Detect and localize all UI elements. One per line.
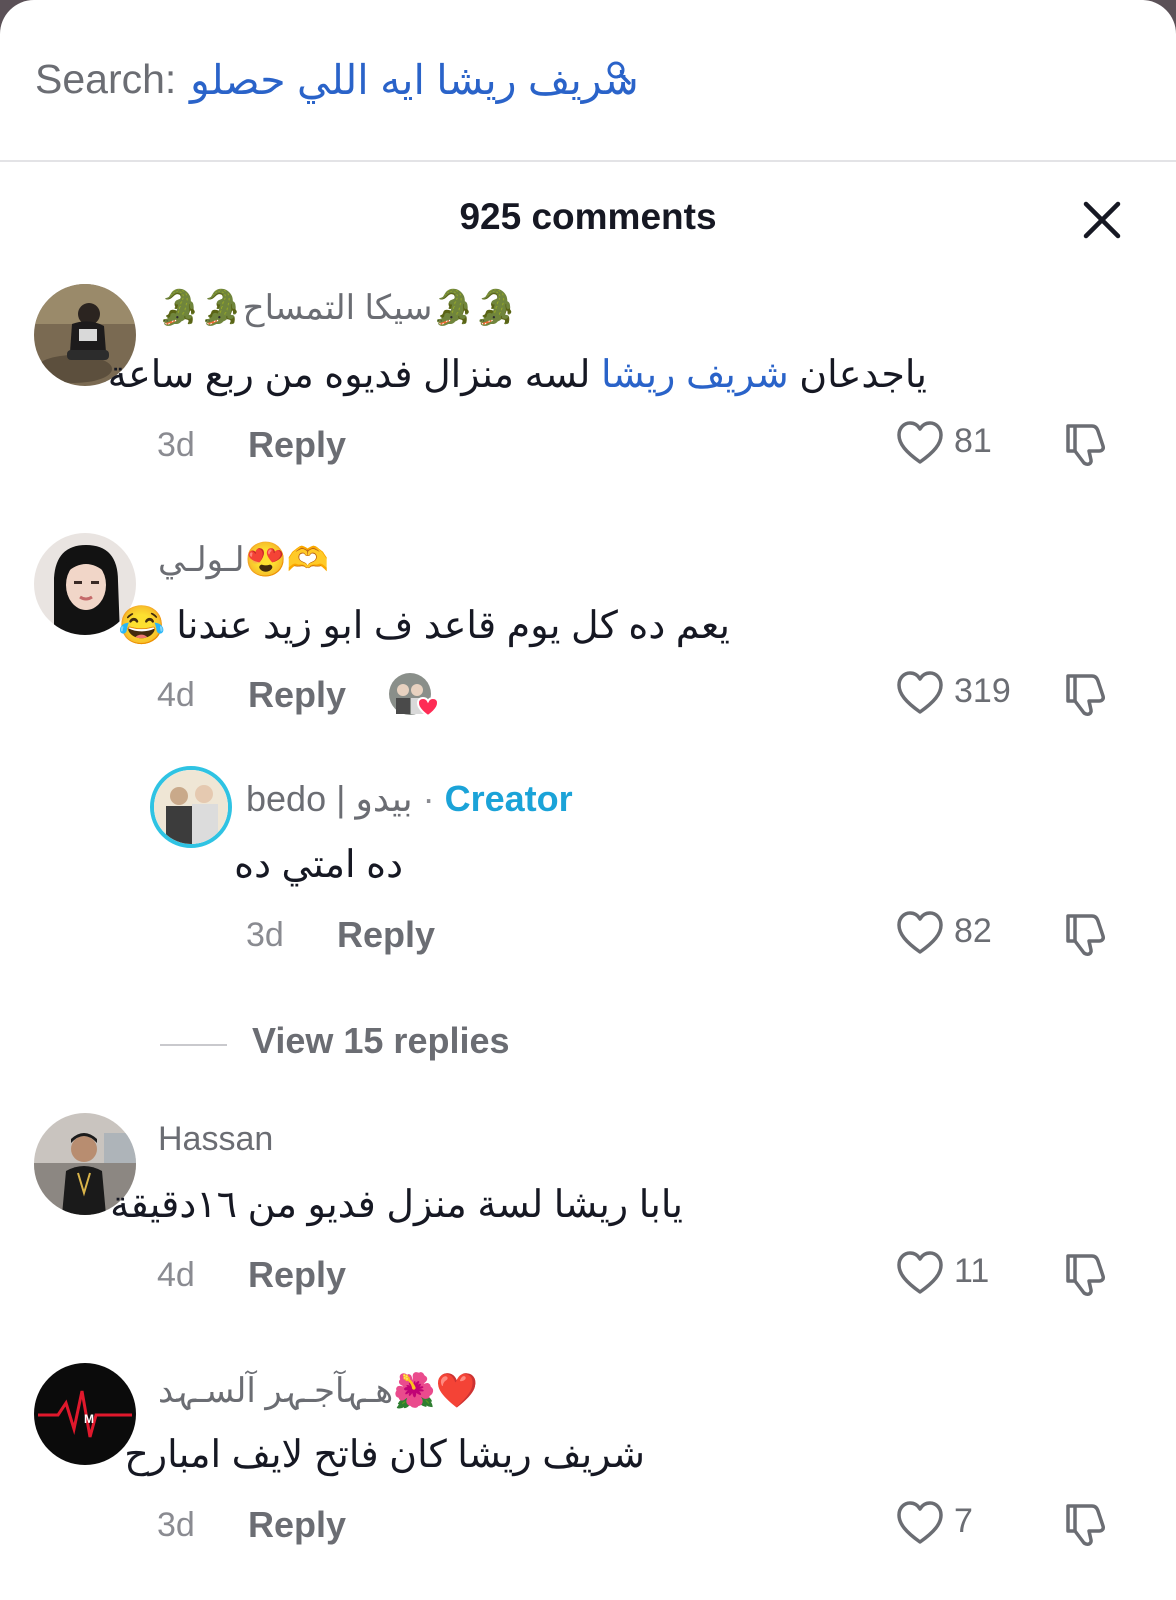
creator-username: bedo | بيدو <box>246 778 413 819</box>
reply-button[interactable]: Reply <box>248 424 346 466</box>
search-icon <box>607 61 631 85</box>
like-count: 81 <box>954 422 992 460</box>
separator-dot: · <box>412 778 445 819</box>
thumbs-down-icon[interactable] <box>1062 1250 1110 1298</box>
comment-text: شريف ريشا كان فاتح لايف امبارح <box>124 1434 645 1476</box>
heart-outline-icon <box>897 1251 943 1294</box>
comment-text-end: لسه منزال فديوه من ربع ساعة <box>107 354 601 396</box>
comment-username[interactable]: لـولـي😍🫶 <box>158 540 329 580</box>
comments-count-title: 925 comments <box>459 196 717 237</box>
search-label: Search: <box>35 56 177 102</box>
like-count: 82 <box>954 912 992 950</box>
search-query[interactable]: شريف ريشا ايه اللي حصلو <box>190 56 639 104</box>
comment-time: 3d <box>246 916 284 954</box>
creator-avatar[interactable] <box>150 766 232 848</box>
comment-time: 3d <box>157 1506 195 1544</box>
comment-text: يعم ده كل يوم قاعد ف ابو زيد عندنا 😂 <box>118 605 730 647</box>
reply-button[interactable]: Reply <box>337 914 435 956</box>
heart-outline-icon <box>897 911 943 954</box>
heart-outline-icon <box>897 671 943 714</box>
like-count: 319 <box>954 672 1011 710</box>
comments-sheet: Search: شريف ريشا ايه اللي حصلو 925 comm… <box>0 0 1176 1600</box>
comment-text: ده امتي ده <box>234 844 403 886</box>
creator-liked-indicator <box>388 672 442 720</box>
heart-outline-icon <box>897 421 943 464</box>
creator-badge: Creator <box>444 778 573 819</box>
reply-button[interactable]: Reply <box>248 1504 346 1546</box>
svg-text:M: M <box>84 1412 94 1426</box>
creator-username-line[interactable]: bedo | بيدو · Creator <box>246 778 573 820</box>
comment-username[interactable]: Hassan <box>158 1120 273 1159</box>
avatar[interactable]: M <box>34 1363 136 1465</box>
comment-text: يابا ريشا لسة منزل فديو من ١٦دقيقة <box>110 1184 683 1226</box>
like-count: 11 <box>954 1252 990 1290</box>
comment-time: 4d <box>157 676 195 714</box>
like-button[interactable]: 319 <box>896 670 1011 718</box>
thumbs-down-icon[interactable] <box>1062 420 1110 468</box>
thumbs-down-icon[interactable] <box>1062 1500 1110 1548</box>
thumbs-down-icon[interactable] <box>1062 910 1110 958</box>
thumbs-down-icon[interactable] <box>1062 670 1110 718</box>
like-button[interactable]: 81 <box>896 420 992 468</box>
heart-outline-icon <box>897 1501 943 1544</box>
search-link-sherif-risha[interactable]: شريف ريشا <box>601 354 789 396</box>
close-icon[interactable] <box>1082 200 1122 240</box>
reply-button[interactable]: Reply <box>248 1254 346 1296</box>
like-button[interactable]: 7 <box>896 1500 973 1548</box>
view-replies-divider <box>160 1044 227 1046</box>
like-count: 7 <box>954 1502 973 1540</box>
search-bar[interactable]: Search: شريف ريشا ايه اللي حصلو <box>0 0 1176 162</box>
comment-time: 4d <box>157 1256 195 1294</box>
comment-text-start: ياجدعان <box>788 354 927 396</box>
comment-username[interactable]: 🐊🐊سيكا التمساح🐊🐊 <box>158 288 517 328</box>
comment-username[interactable]: هـہآجـہر آلسـہد🌺❤️ <box>158 1370 478 1411</box>
comment-text: ياجدعان شريف ريشا لسه منزال فديوه من ربع… <box>108 352 927 397</box>
like-button[interactable]: 11 <box>896 1250 989 1298</box>
comment-time: 3d <box>157 426 195 464</box>
reply-button[interactable]: Reply <box>248 674 346 716</box>
like-button[interactable]: 82 <box>896 910 992 958</box>
view-replies-label: View 15 replies <box>252 1020 510 1061</box>
